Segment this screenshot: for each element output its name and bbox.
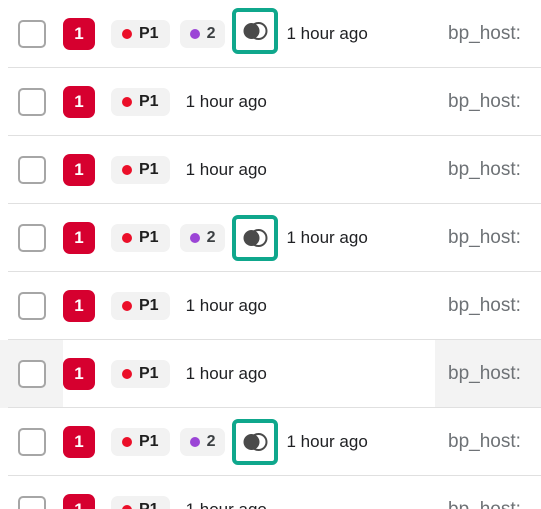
row-select-cell[interactable] — [0, 224, 63, 252]
count-badge-label: 1 — [74, 24, 84, 43]
priority-dot-icon — [122, 97, 132, 107]
checkbox-unchecked-icon[interactable] — [17, 156, 46, 184]
row-select-cell[interactable] — [0, 428, 63, 456]
checkbox-unchecked-icon[interactable] — [17, 360, 46, 388]
count-badge[interactable]: 1 — [63, 86, 95, 118]
host-column[interactable]: bp_host: — [448, 91, 521, 113]
priority-badge[interactable]: P1 — [111, 20, 170, 48]
host-column[interactable]: bp_host: — [448, 159, 521, 181]
table-row[interactable]: 1 P1 1 hour ago bp_host: — [0, 136, 541, 204]
priority-badge[interactable]: P1 — [111, 88, 170, 116]
checkbox-unchecked-icon[interactable] — [17, 88, 46, 116]
count-badge-label: 1 — [74, 500, 83, 509]
table-row[interactable]: 1 P1 1 hour ago bp_host: — [0, 68, 541, 136]
checkbox-unchecked-icon[interactable] — [17, 428, 46, 456]
count-badge[interactable]: 1 — [63, 222, 95, 254]
priority-label: P1 — [139, 365, 159, 382]
secondary-count-label: 2 — [206, 25, 216, 42]
table-row[interactable]: 1 P1 1 hour ago bp_host: — [0, 272, 541, 340]
checkbox-unchecked-icon[interactable] — [17, 496, 46, 509]
count-badge[interactable]: 1 — [63, 290, 95, 322]
table-row[interactable]: 1 P1 2 1 hour ago bp_host: — [0, 0, 541, 68]
timestamp: 1 hour ago — [286, 24, 368, 43]
secondary-count-label: 2 — [206, 229, 216, 246]
host-column[interactable]: bp_host: — [448, 23, 521, 45]
table-row[interactable]: 1 P1 2 1 hour ago bp_host: — [0, 204, 541, 272]
count-badge-label: 1 — [74, 364, 84, 383]
host-column[interactable]: bp_host: — [448, 295, 521, 317]
priority-label: P1 — [139, 93, 159, 110]
host-column[interactable]: bp_host: — [448, 363, 521, 385]
overlapping-circles-icon-button[interactable] — [232, 215, 279, 261]
row-select-cell[interactable] — [0, 88, 63, 116]
timestamp: 1 hour ago — [185, 160, 267, 179]
count-badge-label: 1 — [74, 432, 84, 451]
timestamp: 1 hour ago — [185, 92, 267, 111]
checkbox-unchecked-icon[interactable] — [17, 292, 46, 320]
priority-dot-icon — [122, 29, 132, 39]
count-dot-icon — [189, 233, 200, 243]
row-select-cell[interactable] — [0, 360, 63, 388]
secondary-count-badge[interactable]: 2 — [179, 224, 226, 252]
overlapping-circles-icon-button[interactable] — [232, 419, 279, 465]
priority-dot-icon — [122, 369, 132, 379]
priority-label: P1 — [139, 501, 159, 509]
timestamp: 1 hour ago — [286, 228, 368, 247]
overlapping-circles-icon-button[interactable] — [232, 8, 279, 54]
row-select-cell[interactable] — [0, 496, 63, 509]
priority-label: P1 — [139, 297, 159, 314]
checkbox-unchecked-icon[interactable] — [17, 224, 46, 252]
timestamp: 1 hour ago — [185, 296, 267, 315]
priority-label: P1 — [139, 229, 159, 246]
priority-badge[interactable]: P1 — [111, 224, 170, 252]
priority-dot-icon — [122, 233, 132, 243]
issue-list: 1 P1 2 1 hour ago bp_host: 1 P1 1 hour ago bp_ho… — [0, 0, 541, 509]
priority-dot-icon — [122, 505, 132, 509]
priority-label: P1 — [139, 25, 159, 42]
count-dot-icon — [189, 437, 200, 447]
count-badge-label: 1 — [74, 296, 84, 315]
secondary-count-badge[interactable]: 2 — [179, 428, 226, 456]
table-row[interactable]: 1 P1 2 1 hour ago bp_host: — [0, 408, 541, 476]
count-badge[interactable]: 1 — [63, 154, 95, 186]
count-badge-label: 1 — [74, 228, 84, 247]
priority-label: P1 — [139, 433, 159, 450]
priority-badge[interactable]: P1 — [111, 496, 170, 509]
count-badge-label: 1 — [74, 160, 84, 179]
priority-badge[interactable]: P1 — [111, 428, 170, 456]
secondary-count-label: 2 — [206, 433, 216, 450]
table-row[interactable]: 1 P1 1 hour ago bp_host: — [0, 340, 541, 408]
count-badge[interactable]: 1 — [63, 358, 95, 390]
checkbox-unchecked-icon[interactable] — [17, 20, 46, 48]
count-badge[interactable]: 1 — [63, 18, 95, 50]
host-column[interactable]: bp_host: — [448, 499, 521, 509]
priority-dot-icon — [122, 301, 132, 311]
timestamp: 1 hour ago — [186, 500, 267, 509]
row-select-cell[interactable] — [0, 156, 63, 184]
priority-badge[interactable]: P1 — [111, 292, 170, 320]
host-column[interactable]: bp_host: — [448, 227, 521, 249]
count-dot-icon — [189, 29, 200, 39]
count-badge-label: 1 — [74, 92, 84, 111]
priority-badge[interactable]: P1 — [111, 360, 170, 388]
timestamp: 1 hour ago — [185, 364, 267, 383]
row-select-cell[interactable] — [0, 20, 63, 48]
timestamp: 1 hour ago — [286, 432, 368, 451]
priority-dot-icon — [122, 165, 132, 175]
priority-dot-icon — [122, 437, 132, 447]
secondary-count-badge[interactable]: 2 — [179, 20, 226, 48]
count-badge[interactable]: 1 — [63, 494, 95, 509]
priority-label: P1 — [139, 161, 159, 178]
count-badge[interactable]: 1 — [63, 426, 95, 458]
host-column[interactable]: bp_host: — [448, 431, 521, 453]
table-row[interactable]: 1 P1 1 hour ago bp_host: — [0, 476, 541, 509]
priority-badge[interactable]: P1 — [111, 156, 170, 184]
row-select-cell[interactable] — [0, 292, 63, 320]
